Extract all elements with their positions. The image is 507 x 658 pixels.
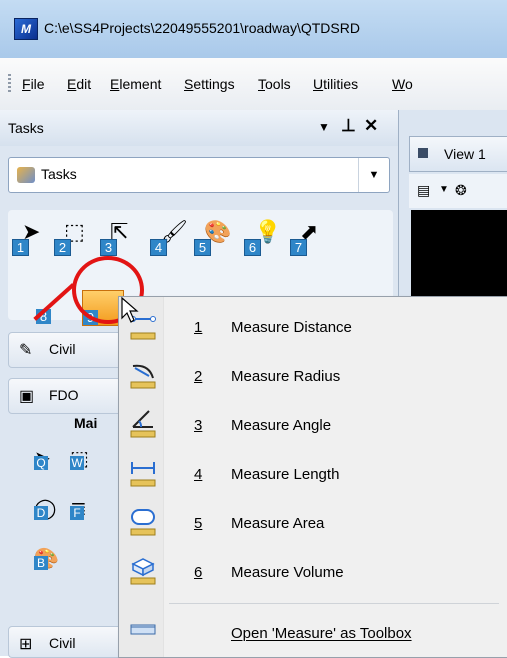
menu-utilities[interactable]: Utilities (313, 76, 358, 92)
tool-f[interactable]: ≣ F (70, 496, 92, 520)
tasks-dropdown[interactable]: Tasks ▼ (8, 157, 390, 193)
tool-modify[interactable]: 🖌 4 (150, 220, 188, 256)
main-section-title: Mai (74, 415, 98, 431)
chevron-down-icon[interactable]: ▼ (358, 158, 389, 192)
measure-popup-menu: 1 Measure Distance 2 Measure Radius 3 Me… (118, 296, 507, 658)
tool-q[interactable]: ➤ Q (34, 446, 56, 470)
ss4-icon: ▣ (19, 388, 35, 405)
tool-zoom[interactable]: ⬈ 7 (290, 220, 324, 256)
toolbox-icon (130, 624, 156, 635)
civil-icon: ⊞ (19, 636, 33, 653)
menu-measure-angle[interactable]: 3 Measure Angle (119, 401, 507, 449)
view-tab[interactable]: View 1 (409, 136, 507, 172)
toolbar-grip-icon[interactable] (8, 74, 11, 94)
menu-measure-radius[interactable]: 2 Measure Radius (119, 352, 507, 400)
menu-settings[interactable]: Settings (184, 76, 235, 92)
mouse-cursor-icon (121, 296, 139, 323)
panel-menu-icon[interactable]: ▼ (318, 120, 330, 134)
tool-d[interactable]: ◯ D (34, 496, 56, 520)
view-attributes-icon[interactable]: ▤ (417, 182, 430, 199)
menu-measure-distance[interactable]: 1 Measure Distance (119, 303, 507, 351)
tool-fence[interactable]: ⬚ 2 (54, 220, 88, 256)
window-title: C:\e\SS4Projects\22049555201\roadway\QTD… (44, 20, 360, 36)
microstation-logo-icon: M (14, 18, 38, 40)
tool-w[interactable]: ⬚ W (70, 446, 92, 470)
tool-select[interactable]: ➤ 1 (12, 220, 46, 256)
tasks-icon (17, 167, 35, 183)
tasks-panel-header: Tasks ▼ ⊥ ✕ (0, 110, 398, 146)
tasks-panel-title: Tasks (8, 120, 44, 136)
measure-volume-icon (130, 558, 156, 585)
measure-radius-icon (130, 364, 156, 389)
menu-open-toolbox[interactable]: Open 'Measure' as Toolbox (119, 609, 507, 657)
tool-visibility[interactable]: 💡 6 (244, 220, 281, 256)
measure-angle-icon (130, 410, 156, 438)
menu-tools[interactable]: Tools (258, 76, 291, 92)
menu-separator (169, 603, 499, 604)
menu-measure-length[interactable]: 4 Measure Length (119, 450, 507, 498)
menu-edit[interactable]: Edit (67, 76, 91, 92)
tool-b[interactable]: 🎨 B (34, 546, 59, 570)
menu-element[interactable]: Element (110, 76, 161, 92)
menu-measure-volume[interactable]: 6 Measure Volume (119, 548, 507, 596)
tool-manipulate[interactable]: ⇱ 3 (100, 220, 134, 256)
view-display-icon[interactable]: ❂ (455, 182, 467, 199)
menu-file[interactable]: File (22, 76, 45, 92)
close-icon[interactable]: ✕ (364, 116, 378, 136)
tasks-dropdown-value: Tasks (41, 166, 77, 182)
measure-area-icon (130, 509, 156, 536)
window-titlebar: M C:\e\SS4Projects\22049555201\roadway\Q… (0, 0, 507, 59)
view-toolbar: ▤ ▼ ❂ (409, 174, 507, 208)
view-window-icon (418, 148, 428, 158)
tool-attributes[interactable]: 🎨 5 (194, 220, 231, 256)
pin-icon[interactable]: ⊥ (341, 116, 356, 136)
menubar: File Edit Element Settings Tools Utiliti… (0, 58, 507, 111)
civil-icon: ✎ (19, 342, 33, 359)
menu-workspace[interactable]: Wo (392, 76, 413, 92)
menu-measure-area[interactable]: 5 Measure Area (119, 499, 507, 547)
measure-length-icon (130, 462, 156, 487)
chevron-down-icon[interactable]: ▼ (439, 184, 449, 195)
